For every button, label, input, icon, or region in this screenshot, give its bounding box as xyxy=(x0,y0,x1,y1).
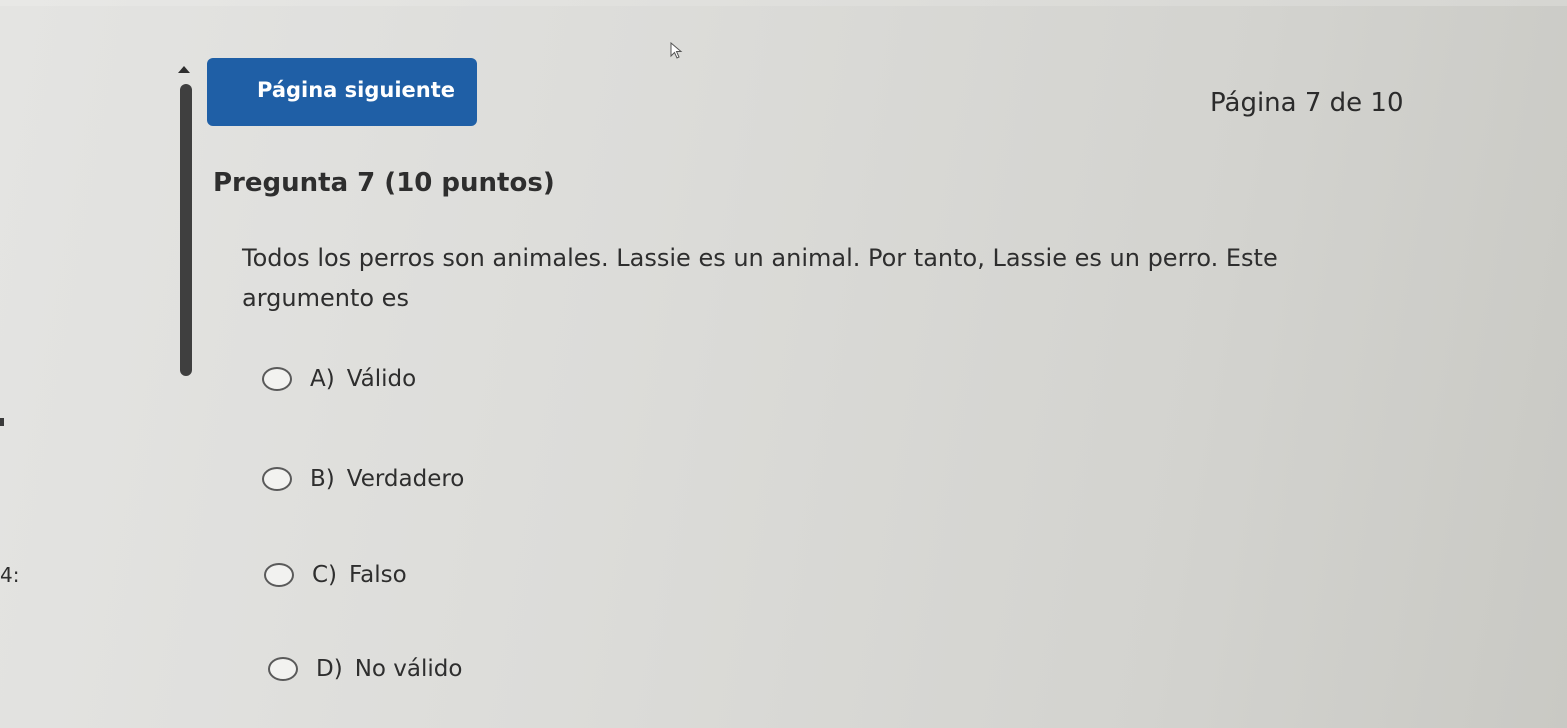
answer-option-d[interactable]: D) No válido xyxy=(268,652,462,686)
answer-option-a[interactable]: A) Válido xyxy=(262,362,416,396)
option-label: No válido xyxy=(354,656,463,682)
question-text: Todos los perros son animales. Lassie es… xyxy=(242,244,1278,312)
sidebar-partial-label: 4: xyxy=(0,563,20,587)
sidebar-marker xyxy=(0,418,4,426)
radio-unchecked-icon[interactable] xyxy=(262,467,292,491)
scrollbar-thumb[interactable] xyxy=(180,84,192,376)
radio-unchecked-icon[interactable] xyxy=(268,657,298,681)
radio-unchecked-icon[interactable] xyxy=(264,563,294,587)
radio-unchecked-icon[interactable] xyxy=(262,367,292,391)
answer-option-c[interactable]: C) Falso xyxy=(264,558,407,592)
next-page-button[interactable]: Página siguiente xyxy=(207,58,477,126)
option-label: Falso xyxy=(349,562,407,588)
question-title: Pregunta 7 (10 puntos) xyxy=(213,168,555,198)
option-letter: D) xyxy=(316,656,343,682)
page-indicator: Página 7 de 10 xyxy=(1210,88,1404,118)
mouse-pointer-icon xyxy=(670,42,683,59)
vertical-scrollbar[interactable] xyxy=(176,66,192,376)
scroll-up-arrow-icon[interactable] xyxy=(178,66,190,73)
option-letter: B) xyxy=(310,466,335,492)
option-label: Verdadero xyxy=(346,466,465,492)
option-letter: A) xyxy=(310,366,335,392)
option-letter: C) xyxy=(312,562,338,588)
option-label: Válido xyxy=(346,366,417,392)
window-top-edge xyxy=(0,0,1567,6)
answer-option-b[interactable]: B) Verdadero xyxy=(262,462,464,496)
